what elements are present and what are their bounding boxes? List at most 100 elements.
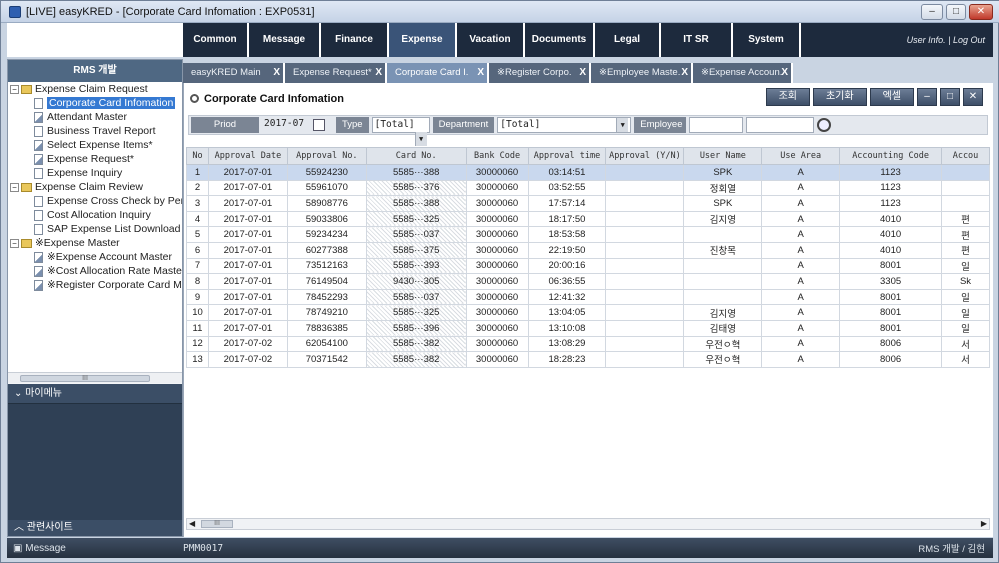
table-cell[interactable]: A xyxy=(761,179,841,197)
table-cell[interactable]: A xyxy=(761,319,841,337)
table-cell[interactable]: 2 xyxy=(186,179,209,197)
nav-legal[interactable]: Legal xyxy=(595,23,661,57)
table-cell[interactable]: 서 xyxy=(941,335,990,353)
minimize-panel-icon[interactable]: – xyxy=(917,88,937,106)
tree-item-corporate-card-infomation[interactable]: Corporate Card Infomation xyxy=(8,96,182,110)
table-cell[interactable]: 우전ㅇ혁 xyxy=(683,335,763,353)
table-cell[interactable]: 76149504 xyxy=(286,273,367,290)
table-cell[interactable]: 2017-07-01 xyxy=(207,257,288,275)
maximize-panel-icon[interactable]: □ xyxy=(940,88,960,106)
table-cell[interactable] xyxy=(605,226,685,243)
table-cell[interactable]: 11 xyxy=(186,319,209,337)
table-row[interactable]: 11 2017-07-01 78836385 5585···396 30000060 13… xyxy=(186,319,990,337)
table-cell[interactable]: 편 xyxy=(941,210,990,228)
table-cell[interactable]: 30000060 xyxy=(465,241,529,259)
table-cell[interactable]: 2017-07-01 xyxy=(207,319,288,337)
table-cell[interactable]: 1123 xyxy=(839,195,943,212)
table-cell[interactable] xyxy=(605,210,685,228)
table-cell[interactable] xyxy=(605,179,685,197)
table-cell[interactable]: 59234234 xyxy=(286,226,367,243)
table-cell[interactable]: 2017-07-01 xyxy=(207,210,288,228)
col-approval-date[interactable]: Approval Date xyxy=(207,147,288,165)
table-cell[interactable] xyxy=(941,179,990,197)
restore-button[interactable]: □ xyxy=(946,4,966,20)
table-cell[interactable] xyxy=(605,195,685,212)
table-cell[interactable]: 2017-07-01 xyxy=(207,288,288,306)
table-cell[interactable] xyxy=(941,164,990,181)
table-cell[interactable]: 5585···388 xyxy=(365,164,467,181)
table-cell[interactable]: 5585···325 xyxy=(365,304,467,321)
table-cell[interactable]: 20:00:16 xyxy=(527,257,607,275)
nav-message[interactable]: Message xyxy=(249,23,321,57)
table-cell[interactable]: 17:57:14 xyxy=(527,195,607,212)
tree-item-attendant-master[interactable]: Attendant Master xyxy=(8,110,182,124)
table-cell[interactable]: 2017-07-02 xyxy=(207,351,288,368)
tree-item-expense-inquiry[interactable]: Expense Inquiry xyxy=(8,166,182,180)
close-button[interactable]: ✕ xyxy=(969,4,993,20)
table-cell[interactable]: 1123 xyxy=(839,164,943,181)
table-row[interactable]: 10 2017-07-01 78749210 5585···325 30000060 13… xyxy=(186,304,990,321)
related-sites-toggle[interactable]: ︿ 관련사이트 xyxy=(8,520,182,536)
table-cell[interactable]: 18:17:50 xyxy=(527,210,607,228)
table-cell[interactable]: 5585···396 xyxy=(365,319,467,337)
table-cell[interactable]: 70371542 xyxy=(286,351,367,368)
tree-item-register-corporate-card-master[interactable]: ※Register Corporate Card Ma xyxy=(8,278,182,292)
grid-scroll-thumb[interactable]: III xyxy=(201,520,233,528)
table-cell[interactable]: 55924230 xyxy=(286,164,367,181)
table-cell[interactable]: 2017-07-01 xyxy=(207,195,288,212)
table-cell[interactable]: 김지영 xyxy=(683,210,763,228)
col-user-name[interactable]: User Name xyxy=(683,147,763,165)
nav-vacation[interactable]: Vacation xyxy=(457,23,525,57)
table-cell[interactable]: 30000060 xyxy=(465,164,529,181)
table-cell[interactable]: 8 xyxy=(186,273,209,290)
tree-item-sap-expense-list-download[interactable]: SAP Expense List Download xyxy=(8,222,182,236)
col-card-no[interactable]: Card No. xyxy=(365,147,467,165)
table-cell[interactable]: 12:41:32 xyxy=(527,288,607,306)
table-cell[interactable]: 30000060 xyxy=(465,226,529,243)
table-cell[interactable] xyxy=(605,335,685,353)
table-cell[interactable]: 정회열 xyxy=(683,179,763,197)
collapse-icon[interactable]: − xyxy=(10,84,19,94)
table-cell[interactable]: 18:53:58 xyxy=(527,226,607,243)
user-links[interactable]: User Info. | Log Out xyxy=(801,23,993,57)
table-cell[interactable]: 30000060 xyxy=(465,319,529,337)
table-cell[interactable]: 5585···393 xyxy=(365,257,467,275)
table-cell[interactable]: 5585···388 xyxy=(365,195,467,212)
table-cell[interactable]: 8006 xyxy=(839,335,943,353)
col-no[interactable]: No xyxy=(186,147,209,165)
table-cell[interactable]: 30000060 xyxy=(465,304,529,321)
table-cell[interactable]: 30000060 xyxy=(465,335,529,353)
reset-button[interactable]: 초기화 xyxy=(812,88,867,106)
table-cell[interactable]: 4 xyxy=(186,210,209,228)
tree-item-business-travel-report[interactable]: Business Travel Report xyxy=(8,124,182,138)
table-cell[interactable]: 3 xyxy=(186,195,209,212)
type-select[interactable]: [Total] ▼ xyxy=(371,117,430,146)
table-cell[interactable]: 일 xyxy=(941,288,990,306)
tree-item-expense-account-master[interactable]: ※Expense Account Master xyxy=(8,250,182,264)
table-cell[interactable]: 30000060 xyxy=(465,210,529,228)
table-cell[interactable]: 1123 xyxy=(839,179,943,197)
table-cell[interactable]: 13:04:05 xyxy=(527,304,607,321)
table-cell[interactable]: 8001 xyxy=(839,288,943,306)
department-select[interactable]: [Total] ▼ xyxy=(497,117,632,133)
table-cell[interactable]: 73512163 xyxy=(286,257,367,275)
tab-close-icon[interactable]: X xyxy=(273,63,280,83)
table-cell[interactable]: 03:52:55 xyxy=(527,179,607,197)
nav-finance[interactable]: Finance xyxy=(321,23,389,57)
scroll-right-icon[interactable]: ▶ xyxy=(981,519,987,529)
col-accounting-code[interactable]: Accounting Code xyxy=(839,147,943,165)
table-cell[interactable]: 7 xyxy=(186,257,209,275)
tree-folder-expense-claim-review[interactable]: − Expense Claim Review xyxy=(8,180,182,194)
collapse-icon[interactable]: − xyxy=(10,182,19,192)
tree-scroll-thumb[interactable]: III xyxy=(20,375,150,382)
table-cell[interactable]: 5585···325 xyxy=(365,210,467,228)
nav-it-sr[interactable]: IT SR xyxy=(661,23,733,57)
col-approval-time[interactable]: Approval time xyxy=(527,147,607,165)
table-cell[interactable]: 5585···382 xyxy=(365,335,467,353)
table-cell[interactable]: 8001 xyxy=(839,257,943,275)
table-cell[interactable]: 4010 xyxy=(839,226,943,243)
table-cell[interactable] xyxy=(605,257,685,275)
tree-item-expense-request[interactable]: Expense Request* xyxy=(8,152,182,166)
table-cell[interactable]: 8001 xyxy=(839,304,943,321)
table-cell[interactable]: 1 xyxy=(186,164,209,181)
